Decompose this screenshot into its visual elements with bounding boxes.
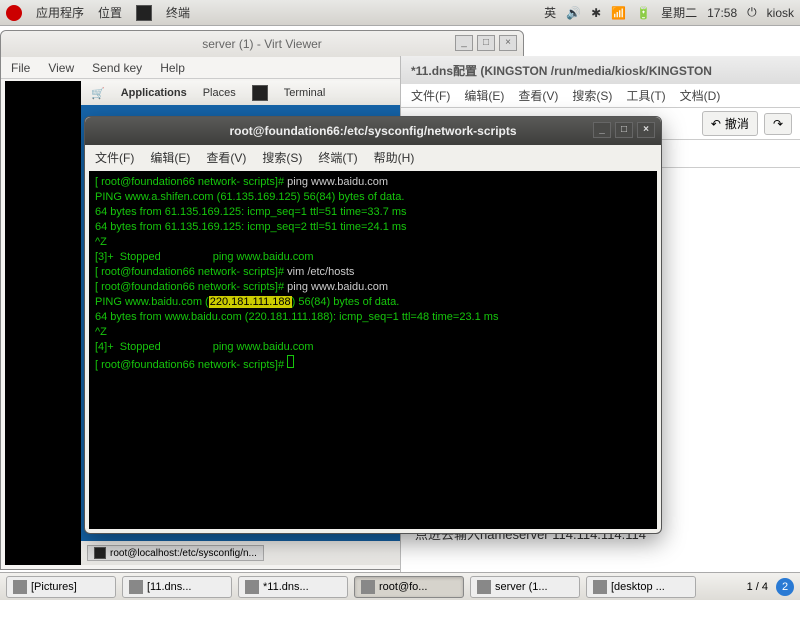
terminal-line: [3]+ Stopped ping www.baidu.com <box>95 250 651 265</box>
terminal-window[interactable]: root@foundation66:/etc/sysconfig/network… <box>84 116 662 534</box>
terminal-line: PING www.a.shifen.com (61.135.169.125) 5… <box>95 190 651 205</box>
taskbar-button[interactable]: *11.dns... <box>238 576 348 598</box>
guest-apps-icon: 🛒 <box>91 87 105 100</box>
redo-icon: ↷ <box>773 117 783 131</box>
virt-title-text: server (1) - Virt Viewer <box>202 37 322 51</box>
terminal-line: ^Z <box>95 325 651 340</box>
redhat-icon <box>6 5 22 21</box>
task-label: [11.dns... <box>147 581 191 593</box>
terminal-close-button[interactable]: × <box>637 122 655 138</box>
clock-time[interactable]: 17:58 <box>707 6 737 20</box>
task-label: *11.dns... <box>263 581 309 593</box>
virt-titlebar[interactable]: server (1) - Virt Viewer _ □ × <box>1 31 523 57</box>
virt-menu-file[interactable]: File <box>11 61 30 75</box>
virt-minimize-button[interactable]: _ <box>455 35 473 51</box>
terminal-line: 64 bytes from 61.135.169.125: icmp_seq=2… <box>95 220 651 235</box>
gedit-menu-search[interactable]: 搜索(S) <box>572 87 612 104</box>
terminal-line: 64 bytes from www.baidu.com (220.181.111… <box>95 310 651 325</box>
terminal-menubar: 文件(F) 编辑(E) 查看(V) 搜索(S) 终端(T) 帮助(H) <box>85 145 661 169</box>
virt-close-button[interactable]: × <box>499 35 517 51</box>
taskbar-button[interactable]: server (1... <box>470 576 580 598</box>
virt-menu-help[interactable]: Help <box>160 61 185 75</box>
guest-terminal-icon[interactable] <box>252 85 268 101</box>
battery-icon[interactable]: 🔋 <box>636 6 651 20</box>
terminal-icon <box>94 547 106 559</box>
virt-maximize-button[interactable]: □ <box>477 35 495 51</box>
task-icon <box>361 580 375 594</box>
terminal-launcher-icon[interactable] <box>136 5 152 21</box>
task-icon <box>13 580 27 594</box>
wifi-icon[interactable]: 📶 <box>611 6 626 20</box>
terminal-titlebar[interactable]: root@foundation66:/etc/sysconfig/network… <box>85 117 661 145</box>
terminal-output[interactable]: [ root@foundation66 network- scripts]# p… <box>89 171 657 529</box>
terminal-line: [ root@foundation66 network- scripts]# <box>95 355 651 373</box>
terminal-line: [4]+ Stopped ping www.baidu.com <box>95 340 651 355</box>
bottom-taskbar: [Pictures] [11.dns... *11.dns... root@fo...… <box>0 572 800 600</box>
task-label: [desktop ... <box>611 581 665 593</box>
task-label: server (1... <box>495 581 548 593</box>
term-menu-view[interactable]: 查看(V) <box>206 149 246 166</box>
gedit-menu-view[interactable]: 查看(V) <box>518 87 558 104</box>
gedit-title-text: *11.dns配置 (KINGSTON /run/media/kiosk/KIN… <box>411 62 712 79</box>
task-icon <box>245 580 259 594</box>
gnome-topbar: 应用程序 位置 终端 英 🔊 ✱ 📶 🔋 星期二 17:58 ⏻ kiosk <box>0 0 800 26</box>
guest-menu-applications[interactable]: Applications <box>121 87 187 99</box>
terminal-launcher-label[interactable]: 终端 <box>166 4 190 21</box>
taskbar-button[interactable]: root@fo... <box>354 576 464 598</box>
gedit-menu-edit[interactable]: 编辑(E) <box>464 87 504 104</box>
terminal-line: [ root@foundation66 network- scripts]# v… <box>95 265 651 280</box>
volume-icon[interactable]: 🔊 <box>566 6 581 20</box>
task-icon <box>593 580 607 594</box>
notification-badge[interactable]: 2 <box>776 578 794 596</box>
undo-button[interactable]: ↶ 撤消 <box>702 111 758 136</box>
guest-task-item[interactable]: root@localhost:/etc/sysconfig/n... <box>87 545 264 561</box>
undo-label: 撤消 <box>725 115 749 132</box>
gedit-menu-tools[interactable]: 工具(T) <box>626 87 665 104</box>
gedit-menu-file[interactable]: 文件(F) <box>411 87 450 104</box>
taskbar-button[interactable]: [Pictures] <box>6 576 116 598</box>
virt-menu-view[interactable]: View <box>48 61 74 75</box>
guest-menu-places[interactable]: Places <box>203 87 236 99</box>
terminal-title-text: root@foundation66:/etc/sysconfig/network… <box>229 124 516 138</box>
undo-icon: ↶ <box>711 117 721 131</box>
guest-terminal-label[interactable]: Terminal <box>284 87 326 99</box>
terminal-maximize-button[interactable]: □ <box>615 122 633 138</box>
power-icon[interactable]: ⏻ <box>747 5 757 20</box>
term-menu-search[interactable]: 搜索(S) <box>262 149 302 166</box>
menu-places[interactable]: 位置 <box>98 4 122 21</box>
terminal-line: [ root@foundation66 network- scripts]# p… <box>95 280 651 295</box>
terminal-line: PING www.baidu.com (220.181.111.188) 56(… <box>95 295 651 310</box>
terminal-line: 64 bytes from 61.135.169.125: icmp_seq=1… <box>95 205 651 220</box>
terminal-line: ^Z <box>95 235 651 250</box>
term-menu-terminal[interactable]: 终端(T) <box>318 149 357 166</box>
task-label: [Pictures] <box>31 581 77 593</box>
terminal-line: [ root@foundation66 network- scripts]# p… <box>95 175 651 190</box>
taskbar-button[interactable]: [11.dns... <box>122 576 232 598</box>
menu-applications[interactable]: 应用程序 <box>36 4 84 21</box>
term-menu-help[interactable]: 帮助(H) <box>374 149 415 166</box>
task-icon <box>477 580 491 594</box>
user-label[interactable]: kiosk <box>767 6 794 20</box>
task-label: root@fo... <box>379 581 427 593</box>
clock-day[interactable]: 星期二 <box>661 4 697 21</box>
ime-indicator[interactable]: 英 <box>544 4 556 21</box>
gedit-menubar: 文件(F) 编辑(E) 查看(V) 搜索(S) 工具(T) 文档(D) <box>401 84 800 108</box>
cursor <box>287 355 294 368</box>
workspace-indicator[interactable]: 1 / 4 <box>747 581 768 593</box>
guest-task-label: root@localhost:/etc/sysconfig/n... <box>110 548 257 559</box>
task-icon <box>129 580 143 594</box>
redo-button[interactable]: ↷ <box>764 113 792 135</box>
taskbar-button[interactable]: [desktop ... <box>586 576 696 598</box>
virt-menu-sendkey[interactable]: Send key <box>92 61 142 75</box>
gedit-titlebar[interactable]: *11.dns配置 (KINGSTON /run/media/kiosk/KIN… <box>401 56 800 84</box>
gedit-menu-docs[interactable]: 文档(D) <box>680 87 721 104</box>
bluetooth-icon[interactable]: ✱ <box>591 6 601 20</box>
term-menu-file[interactable]: 文件(F) <box>95 149 134 166</box>
term-menu-edit[interactable]: 编辑(E) <box>150 149 190 166</box>
terminal-minimize-button[interactable]: _ <box>593 122 611 138</box>
guest-black-strip <box>5 81 81 565</box>
